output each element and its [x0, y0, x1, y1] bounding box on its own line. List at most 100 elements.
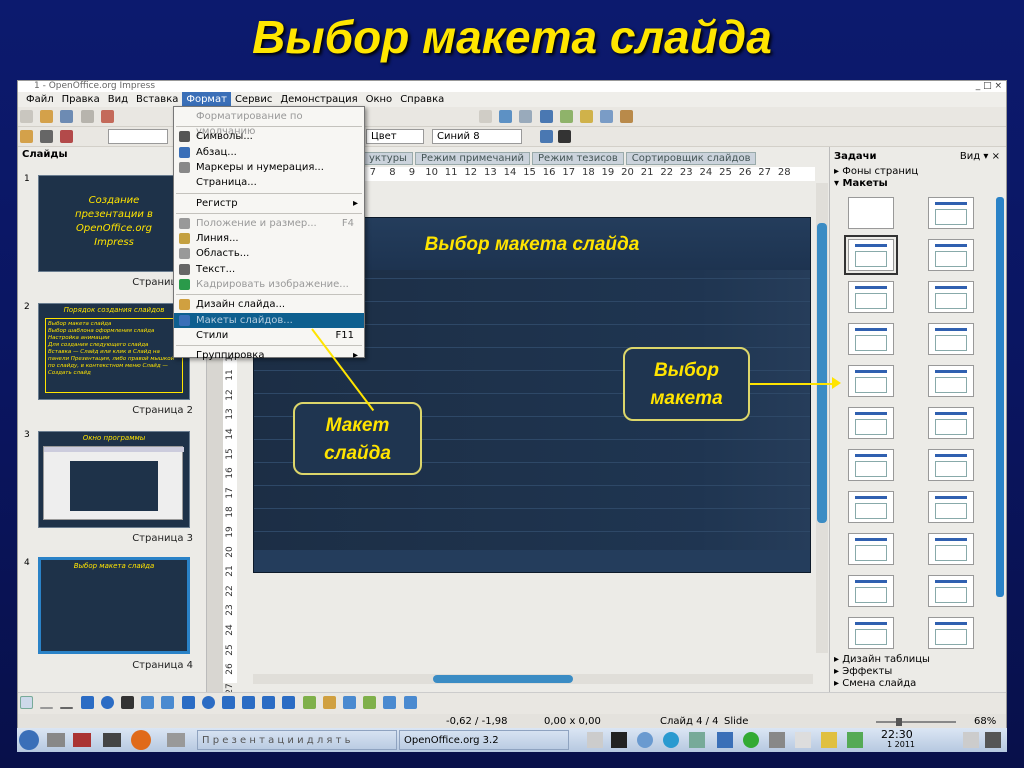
- terminal-icon[interactable]: [167, 733, 185, 747]
- arrow-icon[interactable]: [60, 707, 74, 709]
- layout-option[interactable]: [848, 365, 894, 397]
- arrow-style-icon[interactable]: [60, 130, 74, 143]
- taskbar-item-openoffice[interactable]: OpenOffice.org 3.2: [399, 730, 569, 750]
- vscroll-thumb[interactable]: [817, 223, 827, 523]
- layout-option[interactable]: [848, 281, 894, 313]
- menu-2[interactable]: Вид: [104, 92, 132, 107]
- format-menu-item[interactable]: Абзац...: [174, 145, 364, 160]
- layout-option[interactable]: [928, 449, 974, 481]
- callouts-icon[interactable]: [262, 696, 276, 709]
- zoom-slider-thumb[interactable]: [896, 718, 902, 726]
- taskbar-item-folder[interactable]: П р е з е н т а ц и и д л я т ь: [197, 730, 397, 750]
- format-menu-item[interactable]: Макеты слайдов...: [174, 312, 364, 328]
- layout-option[interactable]: [848, 449, 894, 481]
- format-menu-item[interactable]: Область...: [174, 246, 364, 261]
- align-icon[interactable]: [383, 696, 397, 709]
- menu-0[interactable]: Файл: [22, 92, 58, 107]
- help-icon[interactable]: [539, 110, 553, 123]
- tasks-scrollbar[interactable]: [996, 197, 1004, 597]
- text-icon[interactable]: [120, 696, 134, 709]
- line-style-select[interactable]: [108, 129, 168, 144]
- menu-8[interactable]: Справка: [396, 92, 448, 107]
- select-icon[interactable]: [20, 696, 33, 709]
- section-transition[interactable]: ▸ Смена слайда: [834, 678, 916, 689]
- shadow-icon[interactable]: [540, 130, 553, 143]
- 3d-icon[interactable]: [302, 696, 316, 709]
- image-icon[interactable]: [343, 696, 356, 709]
- menu-4[interactable]: Формат: [182, 92, 231, 107]
- flowchart-icon[interactable]: [242, 696, 256, 709]
- layout-option[interactable]: [928, 407, 974, 439]
- tasks-view-button[interactable]: Вид ▾ ×: [960, 151, 1000, 162]
- format-menu-item[interactable]: Регистр ▸: [174, 196, 364, 211]
- save-icon[interactable]: [60, 110, 74, 123]
- format-menu-item[interactable]: Форматирование по умолчанию: [174, 109, 364, 137]
- layout-option[interactable]: [848, 323, 894, 355]
- chart-icon[interactable]: [600, 110, 614, 123]
- tray-icon[interactable]: [587, 732, 603, 748]
- format-menu-item[interactable]: Дизайн слайда...: [174, 297, 364, 312]
- format-menu-item[interactable]: Стили F11: [174, 328, 364, 343]
- styles-icon[interactable]: [20, 130, 33, 143]
- format-menu-item[interactable]: Текст...: [174, 262, 364, 277]
- shapes-icon[interactable]: [181, 696, 195, 709]
- files-icon[interactable]: [47, 733, 65, 747]
- layout-option[interactable]: [928, 575, 974, 607]
- tray-icon[interactable]: [795, 732, 811, 748]
- edit-icon[interactable]: [80, 110, 94, 123]
- layout-option[interactable]: [848, 491, 894, 523]
- view-tab[interactable]: уктуры: [363, 152, 413, 165]
- pen-icon[interactable]: [40, 130, 54, 143]
- layout-option[interactable]: [928, 239, 974, 271]
- menu-3[interactable]: Вставка: [132, 92, 182, 107]
- layout-option[interactable]: [928, 323, 974, 355]
- layout-option[interactable]: [928, 533, 974, 565]
- view-tab[interactable]: Режим тезисов: [532, 152, 624, 165]
- gallery-icon[interactable]: [620, 110, 634, 123]
- layout-option[interactable]: [848, 533, 894, 565]
- stars-icon[interactable]: [282, 696, 296, 709]
- hscroll-thumb[interactable]: [433, 675, 573, 683]
- tray-icon[interactable]: [743, 732, 759, 748]
- section-effects[interactable]: ▸ Эффекты: [834, 666, 892, 677]
- grid-icon[interactable]: [478, 110, 492, 123]
- menu-1[interactable]: Правка: [58, 92, 104, 107]
- tray-icon[interactable]: [821, 732, 837, 748]
- arrange-icon[interactable]: [403, 696, 417, 709]
- layout-option[interactable]: [848, 197, 894, 229]
- workspace-vscroll[interactable]: [816, 183, 828, 653]
- window-controls[interactable]: _ □ ×: [976, 81, 1002, 91]
- firefox-icon[interactable]: [131, 730, 151, 750]
- layout-option[interactable]: [928, 281, 974, 313]
- slide-thumb-2[interactable]: Порядок создания слайдов Выбор макета сл…: [38, 303, 190, 400]
- menu-7[interactable]: Окно: [362, 92, 397, 107]
- zoom-icon[interactable]: [519, 110, 533, 123]
- volume-icon[interactable]: [769, 732, 785, 748]
- tray-icon[interactable]: [637, 732, 653, 748]
- format-menu-item[interactable]: Линия...: [174, 231, 364, 246]
- connector-icon[interactable]: [161, 696, 175, 709]
- pdf-icon[interactable]: [100, 110, 114, 123]
- zoom-slider[interactable]: [876, 721, 956, 723]
- slide-thumb-1[interactable]: Создание презентации в OpenOffice.org Im…: [38, 175, 190, 272]
- fill-icon[interactable]: [558, 130, 571, 143]
- image-icon[interactable]: [579, 110, 593, 123]
- curve-icon[interactable]: [141, 696, 155, 709]
- section-table-design[interactable]: ▸ Дизайн таблицы: [834, 654, 930, 665]
- tray-icon[interactable]: [611, 732, 627, 748]
- menu-6[interactable]: Демонстрация: [276, 92, 361, 107]
- menu-5[interactable]: Сервис: [231, 92, 276, 107]
- format-menu-item[interactable]: Кадрировать изображение...: [174, 277, 364, 292]
- app-icon[interactable]: [73, 733, 91, 747]
- layout-option[interactable]: [848, 407, 894, 439]
- section-layouts[interactable]: ▾ Макеты: [834, 178, 888, 189]
- layout-option[interactable]: [928, 197, 974, 229]
- format-menu-item[interactable]: Маркеры и нумерация...: [174, 160, 364, 175]
- tray-icon[interactable]: [689, 732, 705, 748]
- tray-icon[interactable]: [963, 732, 979, 748]
- line-color-select[interactable]: Синий 8: [432, 129, 522, 144]
- skype-icon[interactable]: [663, 732, 679, 748]
- format-menu-item[interactable]: Символы...: [174, 129, 364, 144]
- slide-thumb-3[interactable]: Окно программы: [38, 431, 190, 528]
- symbol-shapes-icon[interactable]: [201, 696, 215, 709]
